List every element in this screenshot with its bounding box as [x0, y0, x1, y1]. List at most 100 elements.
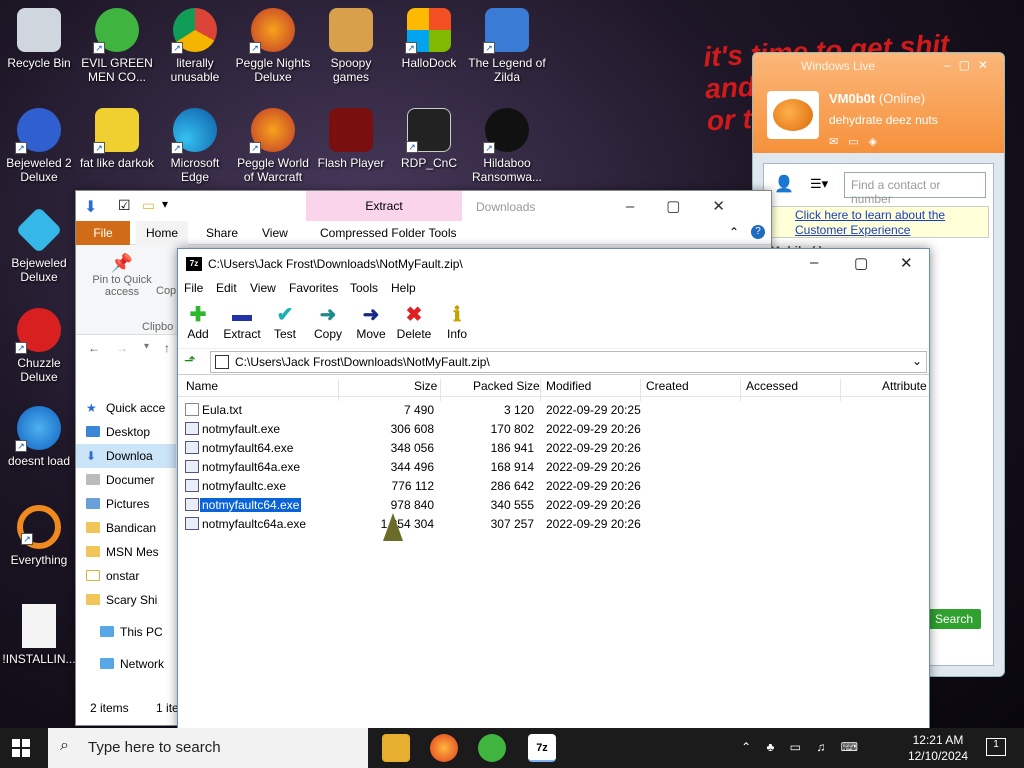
desktop-icon-doesnt-load[interactable]: ↗ doesnt load: [0, 406, 78, 468]
search-button[interactable]: Search: [926, 609, 981, 629]
menu-help[interactable]: Help: [391, 281, 416, 295]
system-tray[interactable]: ⌃ ♣ ▭ ♫ ⌨: [741, 740, 864, 754]
address-input[interactable]: C:\Users\Jack Frost\Downloads\NotMyFault…: [210, 351, 927, 373]
clock[interactable]: 12:21 AM 12/10/2024: [908, 732, 968, 764]
desktop-icon-installing[interactable]: !INSTALLIN...: [0, 604, 78, 666]
forward-icon[interactable]: →: [116, 341, 128, 355]
up-icon[interactable]: ↑: [164, 341, 170, 355]
add-button[interactable]: ✚ Add: [174, 303, 222, 341]
tab-home[interactable]: Home: [136, 221, 189, 245]
desktop-icon-rdp-cnc[interactable]: ↗ RDP_CnC: [390, 108, 468, 170]
address-dropdown-icon[interactable]: ⌄: [912, 354, 922, 368]
menu-view[interactable]: View: [250, 281, 276, 295]
recent-locations-icon[interactable]: ▾: [144, 341, 149, 352]
info-button[interactable]: ℹ Info: [433, 303, 481, 341]
desktop-icon-edge[interactable]: ↗ Microsoft Edge: [156, 108, 234, 184]
desktop-icon-chrome[interactable]: ↗ literally unusable: [156, 8, 234, 84]
desktop-icon-hallodock[interactable]: ↗ HalloDock: [390, 8, 468, 70]
7zip-window[interactable]: 7z C:\Users\Jack Frost\Downloads\NotMyFa…: [177, 248, 930, 730]
taskbar-search-box[interactable]: ⌕ Type here to search: [48, 728, 368, 768]
messenger-taskbar-icon[interactable]: [478, 734, 506, 762]
customize-toolbar-icon[interactable]: ▾: [162, 197, 168, 211]
column-packed-size[interactable]: Packed Size: [473, 379, 540, 393]
nav-downloads[interactable]: ⬇ Downloa: [76, 444, 176, 468]
maximize-button[interactable]: ▢: [854, 254, 868, 272]
desktop-icon-recycle-bin[interactable]: Recycle Bin: [0, 8, 78, 70]
nav-onstar[interactable]: onstar: [76, 564, 176, 588]
help-icon[interactable]: ?: [751, 225, 765, 239]
desktop-icon-fat-like-darkok[interactable]: ↗ fat like darkok: [78, 108, 156, 170]
copy-button[interactable]: ➜ Copy: [304, 303, 352, 341]
extract-button[interactable]: ▬ Extract: [218, 303, 266, 341]
minimize-button[interactable]: –: [810, 254, 818, 271]
tab-file[interactable]: File: [76, 221, 130, 245]
menu-favorites[interactable]: Favorites: [289, 281, 338, 295]
desktop-icon-everything[interactable]: ↗ Everything: [0, 505, 78, 567]
table-row-selected[interactable]: notmyfaultc64.exe 978 840 340 555 2022-0…: [178, 495, 929, 514]
start-button[interactable]: [12, 739, 30, 757]
desktop-icon-bejeweled-deluxe[interactable]: Bejeweled Deluxe: [0, 206, 78, 284]
pin-quick-access-button[interactable]: 📌 Pin to Quick access: [82, 253, 162, 298]
nav-desktop[interactable]: Desktop: [76, 420, 176, 444]
desktop-icon-legend-of-zilda[interactable]: ↗ The Legend of Zilda: [468, 8, 546, 84]
table-row[interactable]: notmyfault.exe 306 608 170 802 2022-09-2…: [178, 419, 929, 438]
explorer-window-controls[interactable]: –▢✕: [626, 197, 757, 215]
desktop-icon-flash-player[interactable]: Flash Player: [312, 108, 390, 170]
desktop-icon-peggle-nights[interactable]: ↗ Peggle Nights Deluxe: [234, 8, 312, 84]
menu-tools[interactable]: Tools: [350, 281, 378, 295]
column-attributes[interactable]: Attribute: [882, 379, 927, 393]
nav-scary-shit[interactable]: Scary Shi: [76, 588, 176, 612]
tab-view[interactable]: View: [252, 221, 298, 245]
nav-pictures[interactable]: Pictures: [76, 492, 176, 516]
menu-edit[interactable]: Edit: [216, 281, 237, 295]
delete-button[interactable]: ✖ Delete: [390, 303, 438, 341]
file-explorer-taskbar-icon[interactable]: [382, 734, 410, 762]
desktop-icon-evil-green-men[interactable]: ↗ EVIL GREEN MEN CO...: [78, 8, 156, 84]
table-row[interactable]: notmyfault64a.exe 344 496 168 914 2022-0…: [178, 457, 929, 476]
new-folder-icon[interactable]: ▭: [142, 197, 155, 214]
nav-msn-messenger[interactable]: MSN Mes: [76, 540, 176, 564]
desktop-icon-peggle-world[interactable]: ↗ Peggle World of Warcraft: [234, 108, 312, 184]
table-row[interactable]: notmyfaultc64a.exe 1 254 304 307 257 202…: [178, 514, 929, 533]
nav-network[interactable]: Network: [76, 652, 176, 676]
desktop-icon-hildaboo[interactable]: ↗ Hildaboo Ransomwa...: [468, 108, 546, 184]
column-accessed[interactable]: Accessed: [746, 379, 798, 393]
customer-experience-link[interactable]: Click here to learn about the Customer E…: [768, 206, 989, 238]
nav-bandicam[interactable]: Bandican: [76, 516, 176, 540]
close-button[interactable]: ✕: [900, 254, 913, 272]
copy-button[interactable]: Cop: [156, 285, 176, 297]
nav-quick-access[interactable]: ★ Quick acce: [76, 396, 176, 420]
desktop-icon-bejeweled-2[interactable]: ↗ Bejeweled 2 Deluxe: [0, 108, 78, 184]
tab-share[interactable]: Share: [196, 221, 248, 245]
collapse-ribbon-icon[interactable]: ⌃: [729, 225, 739, 239]
nav-documents[interactable]: Documer: [76, 468, 176, 492]
nav-this-pc[interactable]: This PC: [76, 620, 176, 644]
7zip-taskbar-icon[interactable]: 7z: [528, 734, 556, 762]
messenger-display-name[interactable]: VM0b0t (Online): [829, 91, 925, 106]
properties-icon[interactable]: ☑: [118, 197, 131, 214]
notification-center-icon[interactable]: 1: [986, 738, 1006, 756]
tab-compressed-folder-tools[interactable]: Compressed Folder Tools: [310, 221, 467, 245]
desktop-icon-spoopy-games[interactable]: Spoopy games: [312, 8, 390, 84]
column-name[interactable]: Name: [186, 379, 218, 393]
messenger-window-controls[interactable]: –▢✕: [944, 58, 996, 72]
display-picture[interactable]: [767, 91, 819, 139]
table-row[interactable]: notmyfault64.exe 348 056 186 941 2022-09…: [178, 438, 929, 457]
up-folder-icon[interactable]: ⬏: [184, 352, 196, 369]
firefox-taskbar-icon[interactable]: [430, 734, 458, 762]
table-row[interactable]: Eula.txt 7 490 3 120 2022-09-29 20:25: [178, 400, 929, 419]
test-button[interactable]: ✔ Test: [261, 303, 309, 341]
view-options-icon[interactable]: ☰▾: [810, 176, 828, 192]
personal-message[interactable]: dehydrate deez nuts: [829, 113, 938, 127]
table-row[interactable]: notmyfaultc.exe 776 112 286 642 2022-09-…: [178, 476, 929, 495]
back-icon[interactable]: ←: [88, 341, 100, 355]
column-size[interactable]: Size: [414, 379, 437, 393]
contact-search-input[interactable]: Find a contact or number: [844, 172, 986, 206]
column-modified[interactable]: Modified: [546, 379, 591, 393]
menu-file[interactable]: File: [184, 281, 203, 295]
column-created[interactable]: Created: [646, 379, 689, 393]
extract-context-tab[interactable]: Extract: [306, 191, 462, 221]
desktop-icon-chuzzle[interactable]: ↗ Chuzzle Deluxe: [0, 308, 78, 384]
messenger-quick-icons[interactable]: ✉▭◈: [829, 135, 887, 148]
add-contact-icon[interactable]: 👤: [774, 174, 794, 194]
